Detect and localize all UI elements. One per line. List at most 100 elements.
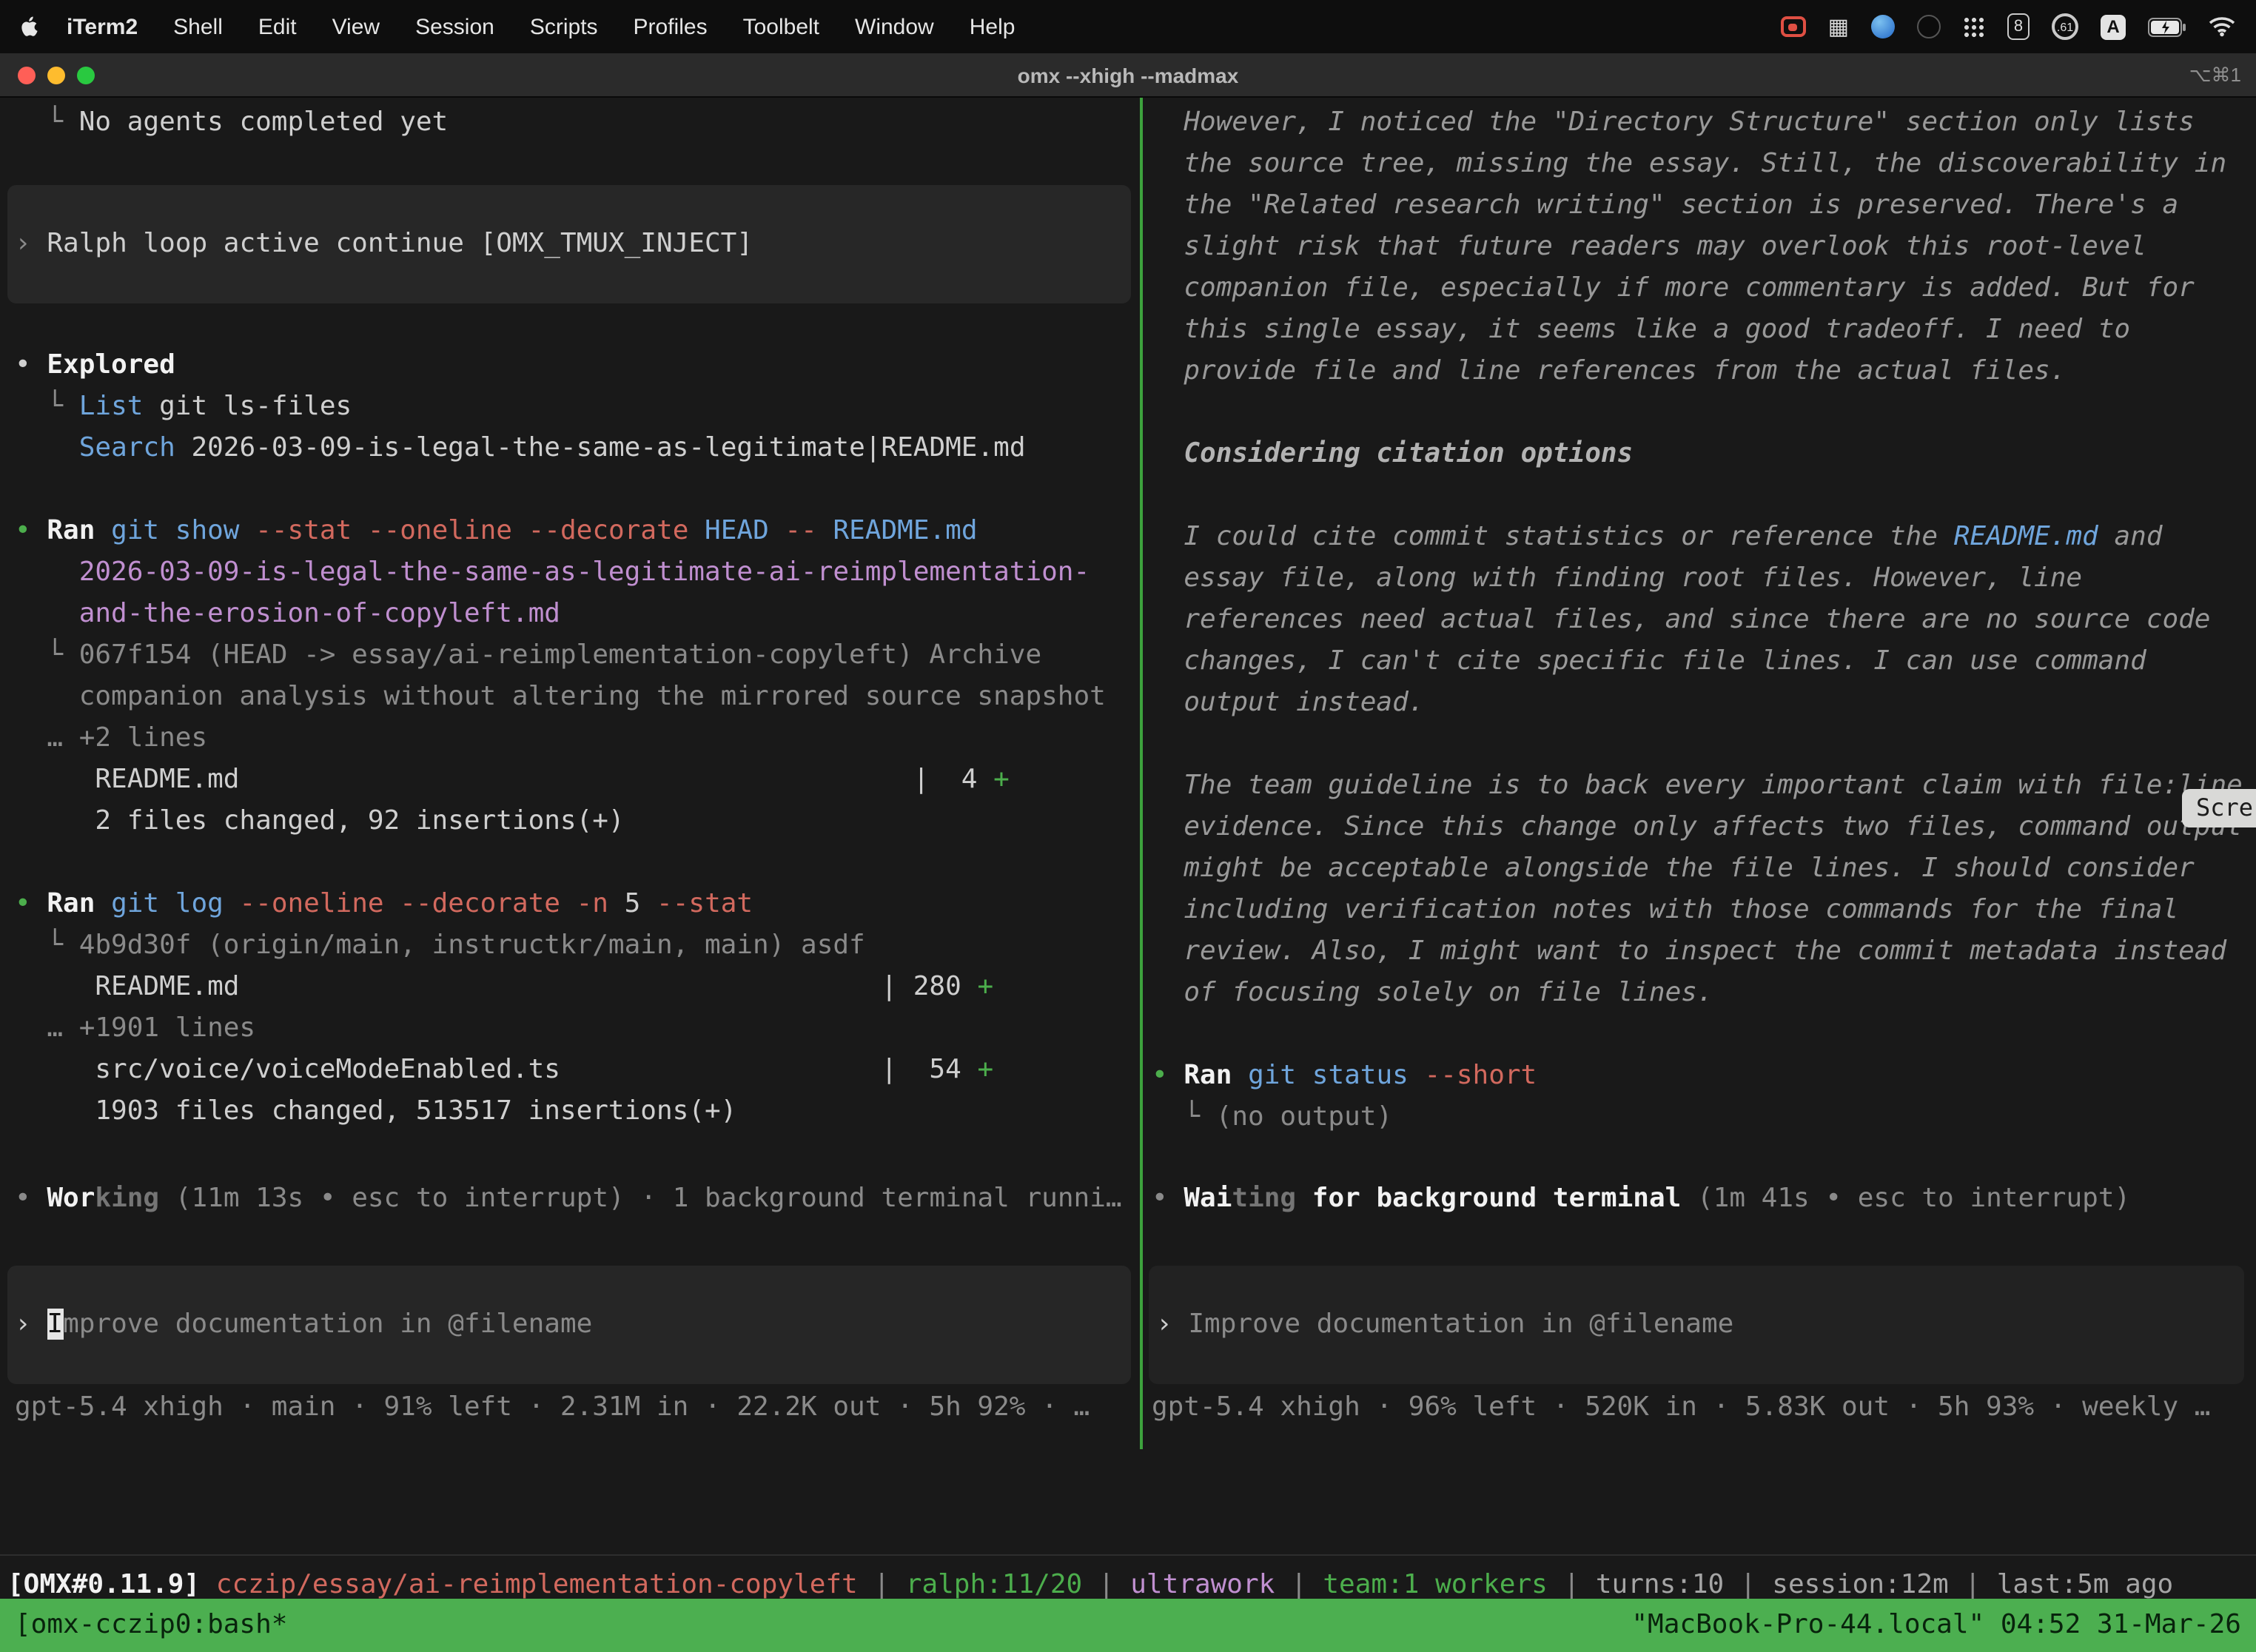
input-source-icon[interactable]: A <box>2101 14 2126 39</box>
left-scrollback-body: • Explored └ List git ls-files Search 20… <box>15 303 1140 1132</box>
left-working-status: • Working (11m 13s • esc to interrupt) ·… <box>15 1178 1137 1220</box>
number-badge-icon[interactable]: 8 <box>2007 13 2030 40</box>
menu-item[interactable]: View <box>315 14 398 39</box>
terminal-line: slight risk that future readers may over… <box>1152 226 2256 268</box>
menu-bar-left: iTerm2ShellEditViewSessionScriptsProfile… <box>21 14 1033 39</box>
gauge-icon[interactable]: .61 <box>2052 13 2078 40</box>
menu-status-icons: ▦ 8 .61 A <box>1781 13 2235 40</box>
terminal-line: … +2 lines <box>15 718 1140 759</box>
terminal-line: Considering citation options <box>1152 434 2256 475</box>
terminal-line: However, I noticed the "Directory Struct… <box>1152 102 2256 144</box>
menu-item[interactable]: Session <box>397 14 512 39</box>
terminal-line <box>15 469 1140 511</box>
terminal-line: └ (no output) <box>1152 1097 2256 1138</box>
terminal-line: changes, I can't cite specific file line… <box>1152 641 2256 682</box>
traffic-lights <box>18 66 95 84</box>
terminal-line: … +1901 lines <box>15 1008 1140 1050</box>
terminal-line: The team guideline is to back every impo… <box>1152 765 2256 807</box>
terminal-line: › Improve documentation in @filename <box>15 1304 1131 1346</box>
terminal-line: I could cite commit statistics or refere… <box>1152 517 2256 558</box>
left-model-status: gpt-5.4 xhigh · main · 91% left · 2.31M … <box>15 1387 1137 1428</box>
battery-icon[interactable] <box>2148 17 2186 36</box>
terminal-line: the source tree, missing the essay. Stil… <box>1152 144 2256 185</box>
menu-item[interactable]: Window <box>837 14 952 39</box>
terminal-line: evidence. Since this change only affects… <box>1152 807 2256 848</box>
dark-app-icon[interactable] <box>1917 15 1941 38</box>
terminal-line: provide file and line references from th… <box>1152 351 2256 392</box>
left-pane[interactable]: └ No agents completed yet › Ralph loop a… <box>0 98 1140 1446</box>
terminal-line: companion analysis without altering the … <box>15 676 1140 718</box>
window-title: omx --xhigh --madmax <box>0 63 2256 87</box>
left-scrollback-top: └ No agents completed yet <box>15 102 1140 144</box>
terminal-line: README.md | 280 + <box>15 967 1140 1008</box>
terminal-line <box>15 842 1140 884</box>
terminal-line: 2026-03-09-is-legal-the-same-as-legitima… <box>15 552 1140 594</box>
terminal-line: • Working (11m 13s • esc to interrupt) ·… <box>15 1178 1137 1220</box>
menu-item[interactable]: Shell <box>155 14 241 39</box>
terminal-line: gpt-5.4 xhigh · 96% left · 520K in · 5.8… <box>1152 1387 2253 1428</box>
menu-item[interactable]: Toolbelt <box>725 14 837 39</box>
terminal-line: • Ran git status --short <box>1152 1055 2256 1097</box>
recording-dot <box>1789 23 1798 30</box>
terminal-line: the "Related research writing" section i… <box>1152 185 2256 226</box>
terminal-line: 1903 files changed, 513517 insertions(+) <box>15 1091 1140 1132</box>
inject-banner: › Ralph loop active continue [OMX_TMUX_I… <box>7 185 1131 303</box>
right-pane[interactable]: However, I noticed the "Directory Struct… <box>1143 98 2256 1446</box>
terminal-line: › Improve documentation in @filename <box>1156 1304 2244 1346</box>
screen: iTerm2ShellEditViewSessionScriptsProfile… <box>0 0 2256 1652</box>
right-prompt-input[interactable]: › Improve documentation in @filename <box>1149 1266 2244 1384</box>
terminal-line: Search 2026-03-09-is-legal-the-same-as-l… <box>15 428 1140 469</box>
terminal-line: • Waiting for background terminal (1m 41… <box>1152 1178 2253 1220</box>
terminal-line: src/voice/voiceModeEnabled.ts | 54 + <box>15 1050 1140 1091</box>
close-window-button[interactable] <box>18 66 36 84</box>
minimize-window-button[interactable] <box>47 66 65 84</box>
terminal-line: 2 files changed, 92 insertions(+) <box>15 801 1140 842</box>
terminal-line: └ 4b9d30f (origin/main, instructkr/main,… <box>15 925 1140 967</box>
left-prompt-input[interactable]: › Improve documentation in @filename <box>7 1266 1131 1384</box>
right-scrollback-body: However, I noticed the "Directory Struct… <box>1152 102 2256 1138</box>
terminal-line: review. Also, I might want to inspect th… <box>1152 931 2256 973</box>
terminal-line: companion file, especially if more comme… <box>1152 268 2256 309</box>
terminal-line: • Explored <box>15 345 1140 386</box>
menu-item[interactable]: iTerm2 <box>49 14 155 39</box>
terminal-line <box>1152 392 2256 434</box>
terminal-line <box>1152 1014 2256 1055</box>
window-title-bar: omx --xhigh --madmax ⌥⌘1 <box>0 53 2256 98</box>
terminal-line: essay file, along with finding root file… <box>1152 558 2256 600</box>
menu-item[interactable]: Profiles <box>616 14 725 39</box>
status-separator <box>0 1554 2256 1556</box>
menu-item[interactable]: Edit <box>241 14 315 39</box>
terminal-line: output instead. <box>1152 682 2256 724</box>
terminal-line <box>1152 475 2256 517</box>
terminal-line: › Ralph loop active continue [OMX_TMUX_I… <box>15 224 1131 265</box>
menu-items: iTerm2ShellEditViewSessionScriptsProfile… <box>49 14 1033 39</box>
wifi-icon[interactable] <box>2209 16 2235 37</box>
menu-bar: iTerm2ShellEditViewSessionScriptsProfile… <box>0 0 2256 53</box>
tmux-status-bar: [omx-cczip0:bash* "MacBook-Pro-44.local"… <box>0 1599 2256 1652</box>
menu-item[interactable]: Scripts <box>512 14 616 39</box>
screen-recording-indicator-icon[interactable] <box>1781 16 1806 37</box>
screen-overlay-chip[interactable]: Scre <box>2183 789 2256 827</box>
terminal-line: and-the-erosion-of-copyleft.md <box>15 594 1140 635</box>
terminal-line: • Ran git show --stat --oneline --decora… <box>15 511 1140 552</box>
terminal-line: └ List git ls-files <box>15 386 1140 428</box>
terminal-line: gpt-5.4 xhigh · main · 91% left · 2.31M … <box>15 1387 1137 1428</box>
right-model-status: gpt-5.4 xhigh · 96% left · 520K in · 5.8… <box>1152 1387 2253 1428</box>
blue-app-icon[interactable] <box>1871 15 1895 38</box>
terminal-line: • Ran git log --oneline --decorate -n 5 … <box>15 884 1140 925</box>
right-waiting-status: • Waiting for background terminal (1m 41… <box>1152 1178 2253 1220</box>
zoom-window-button[interactable] <box>77 66 95 84</box>
terminal-line: of focusing solely on file lines. <box>1152 973 2256 1014</box>
dots-grid-icon[interactable] <box>1963 16 1985 38</box>
terminal-line: this single essay, it seems like a good … <box>1152 309 2256 351</box>
terminal-line: └ 067f154 (HEAD -> essay/ai-reimplementa… <box>15 635 1140 676</box>
terminal-line: references need actual files, and since … <box>1152 600 2256 641</box>
grid-app-icon[interactable]: ▦ <box>1828 13 1849 40</box>
tmux-host-clock-label: "MacBook-Pro-44.local" 04:52 31-Mar-26 <box>1631 1605 2241 1646</box>
terminal-line: README.md | 4 + <box>15 759 1140 801</box>
terminal-line <box>15 303 1140 345</box>
tmux-session-label: [omx-cczip0:bash* <box>15 1605 287 1646</box>
apple-menu-icon[interactable] <box>21 15 40 38</box>
terminal-line <box>1152 724 2256 765</box>
menu-item[interactable]: Help <box>952 14 1033 39</box>
